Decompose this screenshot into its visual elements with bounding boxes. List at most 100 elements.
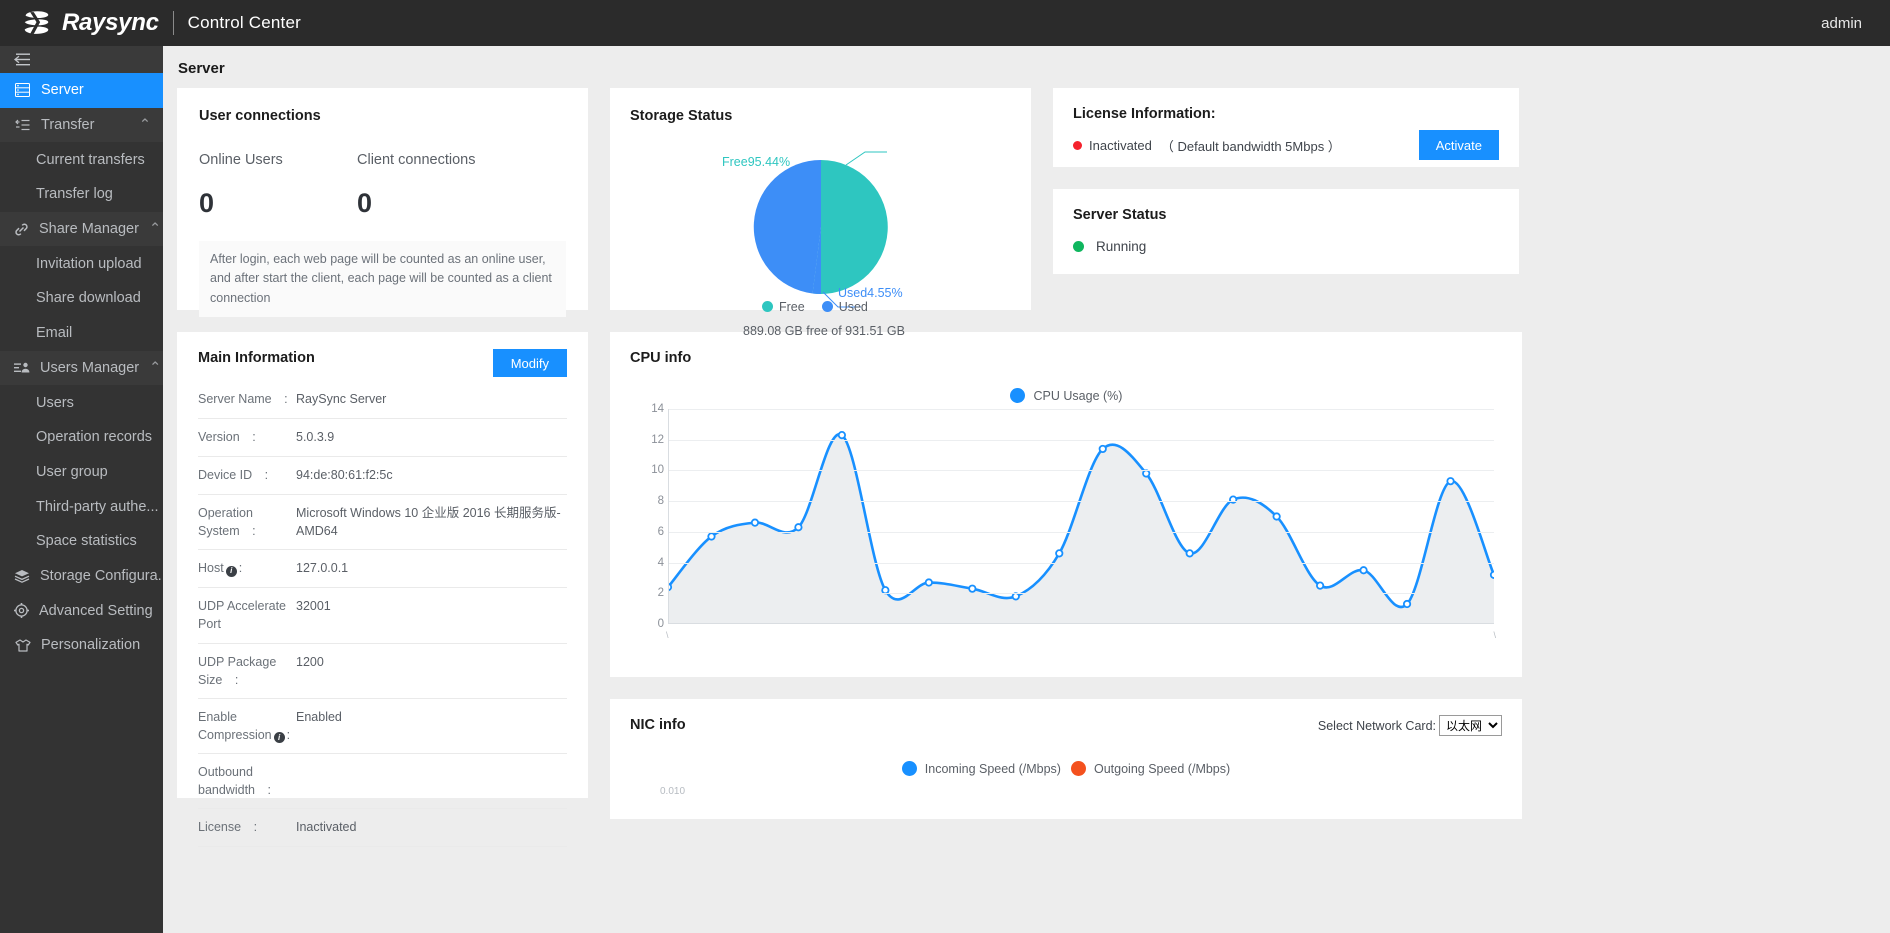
license-title: License Information:	[1073, 106, 1216, 122]
client-connections-value: 0	[357, 188, 373, 218]
legend-item-incoming[interactable]: Incoming Speed (/Mbps)	[901, 761, 1061, 776]
y-tick: 10	[651, 464, 664, 477]
cpu-info-card: CPU info CPU Usage (%) 14 12 10 8 6 4 2 …	[610, 332, 1522, 677]
row-key: UDP Package Size :	[198, 654, 277, 687]
brand-logo[interactable]: Raysync	[22, 9, 159, 37]
cpu-legend[interactable]: CPU Usage (%)	[630, 388, 1502, 403]
legend-label-cpu-usage: CPU Usage (%)	[1033, 388, 1123, 403]
sidebar-item-label: Invitation upload	[36, 255, 142, 272]
select-network-card-label: Select Network Card:	[1317, 718, 1436, 733]
nic-legend[interactable]: Incoming Speed (/Mbps) Outgoing Speed (/…	[630, 761, 1502, 776]
dashboard-row-1: User connections Online Users 0 Client c…	[177, 88, 1876, 338]
user-connections-note: After login, each web page will be count…	[199, 241, 566, 318]
table-row: Operation System : Microsoft Windows 10 …	[198, 495, 567, 551]
charts-column: CPU info CPU Usage (%) 14 12 10 8 6 4 2 …	[610, 332, 1522, 819]
y-tick: 4	[657, 556, 664, 569]
sidebar-item-share-manager[interactable]: Share Manager ⌃	[0, 211, 163, 247]
sidebar-item-personalization[interactable]: Personalization	[0, 628, 163, 663]
sidebar-item-server[interactable]: Server	[0, 73, 163, 108]
row-key: UDP Accelerate Port	[198, 599, 287, 632]
right-card-stack: License Information: Inactivated （ Defau…	[1053, 88, 1519, 274]
network-card-selector[interactable]: Select Network Card: 以太网	[1318, 715, 1502, 736]
row-key: Host i:	[198, 561, 243, 577]
server-icon	[14, 83, 31, 98]
legend-item-free[interactable]: Free	[762, 300, 805, 314]
cpu-y-axis: 14 12 10 8 6 4 2 0	[630, 403, 664, 630]
sidebar-item-operation-records[interactable]: Operation records	[0, 420, 163, 455]
table-row: UDP Accelerate Port 32001	[198, 588, 567, 644]
sidebar-item-label: Users	[36, 394, 74, 411]
dashboard-row-2: Main Information Modify Server Name : Ra…	[177, 332, 1876, 848]
legend-label-free: Free	[779, 300, 805, 314]
sidebar-item-label: Transfer	[41, 117, 95, 134]
sidebar-item-share-download[interactable]: Share download	[0, 281, 163, 316]
user-connections-title: User connections	[199, 108, 321, 124]
legend-dot-used	[821, 301, 833, 312]
sidebar-item-label: Current transfers	[36, 151, 145, 168]
legend-label-incoming: Incoming Speed (/Mbps)	[924, 761, 1061, 776]
server-status-text: Running	[1096, 239, 1147, 254]
row-key: Operation System :	[198, 506, 256, 539]
nic-y-tick: 0.010	[660, 786, 686, 797]
sidebar-item-space-statistics[interactable]: Space statistics	[0, 524, 163, 559]
legend-item-used[interactable]: Used	[821, 300, 868, 314]
sidebar-nav: Server Transfer ⌃ Current transfers Tran…	[0, 46, 163, 933]
raysync-logo-icon	[22, 10, 51, 36]
pie-label-used: Used4.55%	[838, 286, 903, 300]
cpu-info-title: CPU info	[630, 350, 692, 366]
server-status-card: Server Status Running	[1053, 189, 1519, 274]
row-value: 32001	[296, 599, 331, 614]
legend-dot-free	[762, 301, 773, 312]
collapse-menu-icon	[13, 53, 30, 66]
cpu-plot-area: \ \	[668, 409, 1494, 640]
row-key: Outbound bandwidth :	[198, 765, 271, 798]
main-information-card: Main Information Modify Server Name : Ra…	[177, 332, 588, 848]
sidebar-item-storage-configuration[interactable]: Storage Configura...	[0, 559, 163, 594]
table-row: License : Inactivated	[198, 809, 567, 848]
sidebar-item-label: Space statistics	[36, 533, 137, 550]
sidebar-collapse-button[interactable]	[0, 46, 163, 73]
nic-info-card: NIC info Select Network Card: 以太网 Incomi…	[610, 699, 1522, 819]
license-detail-text: （ Default bandwidth 5Mbps ）	[1160, 139, 1341, 154]
row-key: Enable Compression i:	[198, 709, 291, 744]
legend-dot-incoming	[901, 761, 917, 776]
row-key: Server Name :	[198, 392, 288, 406]
sidebar-item-users-manager[interactable]: Users Manager ⌃	[0, 350, 163, 386]
x-axis-label-right: \	[1493, 630, 1496, 640]
sidebar-item-current-transfers[interactable]: Current transfers	[0, 142, 163, 177]
sidebar-item-invitation-upload[interactable]: Invitation upload	[0, 246, 163, 281]
network-card-select[interactable]: 以太网	[1439, 715, 1502, 736]
sidebar-item-transfer-log[interactable]: Transfer log	[0, 177, 163, 212]
license-status-dot-icon	[1073, 141, 1082, 150]
row-value: 5.0.3.9	[296, 430, 335, 444]
layers-icon	[14, 569, 30, 583]
sidebar-item-user-group[interactable]: User group	[0, 455, 163, 490]
table-row: Version : 5.0.3.9	[198, 419, 567, 457]
gear-icon	[14, 603, 29, 619]
legend-item-outgoing[interactable]: Outgoing Speed (/Mbps)	[1070, 761, 1230, 776]
link-icon	[14, 222, 29, 237]
activate-button[interactable]: Activate	[1418, 130, 1499, 160]
pie-label-free: Free95.44%	[722, 155, 791, 169]
storage-status-card: Storage Status Free95.44% Used4.55% Free…	[610, 88, 1031, 338]
info-icon[interactable]: i	[273, 732, 285, 744]
sidebar-item-transfer[interactable]: Transfer ⌃	[0, 107, 163, 143]
table-row: Outbound bandwidth :	[198, 754, 567, 810]
storage-footer-text: 889.08 GB free of 931.51 GB	[743, 324, 905, 338]
sidebar-item-label: Transfer log	[36, 186, 113, 203]
online-users-value: 0	[199, 188, 215, 218]
sidebar-item-users[interactable]: Users	[0, 385, 163, 420]
account-menu[interactable]: admin	[1821, 15, 1868, 32]
row-key: Version :	[198, 430, 256, 444]
row-value: Enabled	[296, 709, 342, 724]
sidebar-item-label: Third-party authe...	[36, 498, 159, 515]
main-content: Server User connections Online Users 0 C…	[163, 46, 1890, 933]
sidebar-item-advanced-setting[interactable]: Advanced Setting ⌄	[0, 593, 163, 628]
modify-button[interactable]: Modify	[492, 349, 567, 377]
info-icon[interactable]: i	[225, 565, 237, 577]
pie-legend: Free Used	[762, 300, 868, 314]
sidebar-item-third-party-authentication[interactable]: Third-party authe...	[0, 489, 163, 524]
sidebar-item-email[interactable]: Email	[0, 316, 163, 351]
x-axis-label-left: \	[666, 630, 669, 640]
client-connections-label: Client connections	[357, 152, 476, 168]
